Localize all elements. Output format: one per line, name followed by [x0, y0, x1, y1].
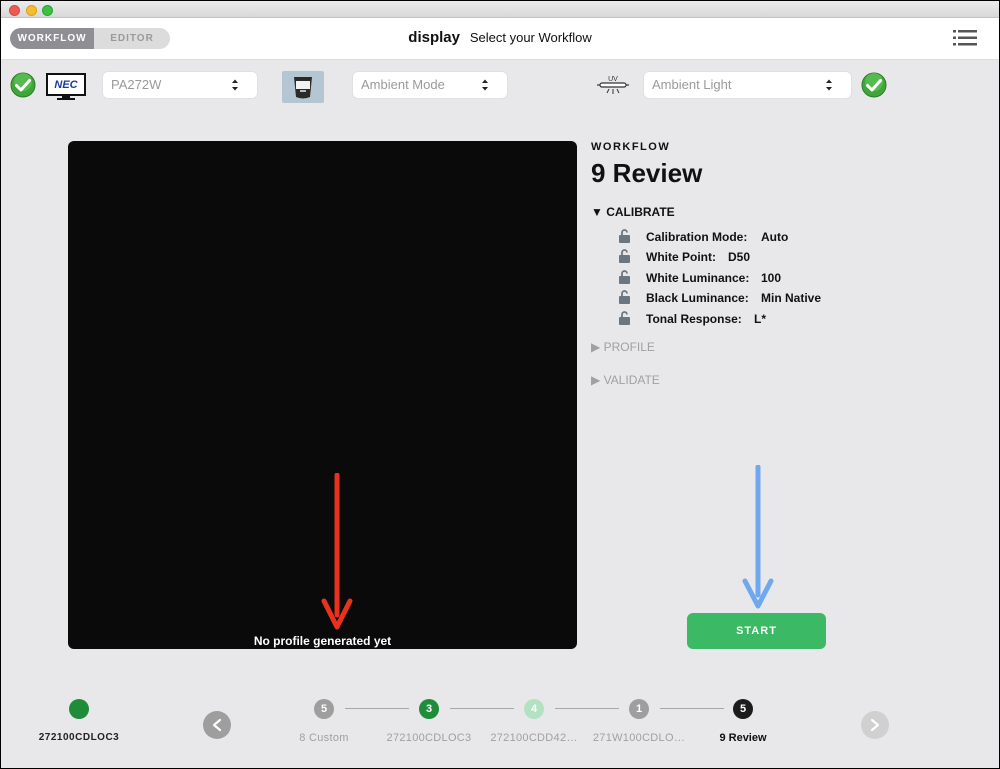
display-model-value: PA272W	[111, 77, 162, 92]
chevron-left-icon	[212, 718, 222, 732]
step-1-number[interactable]: 5	[314, 699, 334, 719]
select-stepper-icon	[826, 79, 832, 91]
window-titlebar	[1, 1, 999, 18]
param-label: Tonal Response:	[646, 312, 742, 326]
ambient-mode-value: Ambient Mode	[361, 77, 445, 92]
unlocked-icon[interactable]	[619, 249, 630, 263]
step-5-number[interactable]: 5	[733, 699, 753, 719]
param-label: White Point:	[646, 250, 716, 264]
workflow-label: WORKFLOW	[591, 141, 671, 153]
minimize-window-button[interactable]	[26, 5, 37, 16]
chevron-right-icon	[870, 718, 880, 732]
unlocked-icon[interactable]	[619, 290, 630, 304]
zoom-window-button[interactable]	[42, 5, 53, 16]
step-connector	[345, 708, 409, 709]
param-label: White Luminance:	[646, 271, 750, 285]
param-value: D50	[728, 250, 751, 264]
app-window: WORKFLOW EDITOR display Select your Work…	[0, 0, 1000, 769]
workflow-title: 9 Review	[591, 158, 703, 188]
step-connector	[660, 708, 724, 709]
display-model-select[interactable]: PA272W	[102, 71, 258, 99]
param-value: 100	[761, 271, 782, 285]
page-subtitle: Select your Workflow	[469, 30, 592, 45]
previous-step-button[interactable]	[203, 711, 231, 739]
uv-light-icon: UV	[597, 76, 629, 94]
unlocked-icon[interactable]	[619, 229, 630, 243]
uv-label: UV	[608, 76, 618, 83]
app-header: WORKFLOW EDITOR display Select your Work…	[1, 18, 999, 60]
step-connector	[555, 708, 619, 709]
colorimeter-sensor-button[interactable]	[282, 71, 324, 103]
unlocked-icon[interactable]	[619, 311, 630, 325]
svg-text:NEC: NEC	[54, 79, 78, 91]
step-connector	[450, 708, 514, 709]
page-title: display Select your Workflow	[1, 29, 999, 46]
step-1-label[interactable]: 8 Custom	[272, 732, 376, 744]
step-2-number[interactable]: 3	[419, 699, 439, 719]
nec-monitor-icon: NEC	[46, 73, 86, 100]
param-label: Calibration Mode:	[646, 230, 748, 244]
preview-message: No profile generated yet	[253, 634, 392, 648]
param-value: Min Native	[761, 291, 822, 305]
ambient-mode-select[interactable]: Ambient Mode	[352, 71, 508, 99]
step-2-label[interactable]: 272100CDLOC3	[377, 732, 481, 744]
blue-annotation-arrow-icon	[742, 465, 774, 609]
param-label: Black Luminance:	[646, 291, 749, 305]
red-annotation-arrow-icon	[321, 473, 353, 630]
param-value: L*	[754, 312, 766, 326]
step-4-number[interactable]: 1	[629, 699, 649, 719]
ambient-ok-check-icon	[861, 72, 887, 98]
select-stepper-icon	[482, 79, 488, 91]
ambient-light-value: Ambient Light	[652, 77, 732, 92]
unlocked-icon[interactable]	[619, 270, 630, 284]
calibrate-section-toggle[interactable]: ▼ CALIBRATE	[591, 205, 675, 219]
ambient-light-select[interactable]: Ambient Light	[643, 71, 852, 99]
app-name: display	[408, 29, 460, 46]
current-workflow-name: 272100CDLOC3	[38, 732, 120, 743]
profile-section-toggle[interactable]: ▶ PROFILE	[591, 340, 655, 354]
validate-section-toggle[interactable]: ▶ VALIDATE	[591, 373, 660, 387]
step-4-label[interactable]: 271W100CDLO…	[587, 732, 691, 744]
step-3-number[interactable]: 4	[524, 699, 544, 719]
param-value: Auto	[761, 230, 789, 244]
step-3-label[interactable]: 272100CDD42…	[482, 732, 586, 744]
start-button[interactable]: START	[687, 613, 826, 649]
colorimeter-icon	[294, 77, 312, 99]
close-window-button[interactable]	[9, 5, 20, 16]
step-5-label[interactable]: 9 Review	[691, 732, 795, 744]
current-workflow-status-dot	[69, 699, 89, 719]
menu-list-icon[interactable]	[953, 28, 977, 48]
select-stepper-icon	[232, 79, 238, 91]
next-step-button[interactable]	[861, 711, 889, 739]
display-ok-check-icon	[10, 72, 36, 98]
